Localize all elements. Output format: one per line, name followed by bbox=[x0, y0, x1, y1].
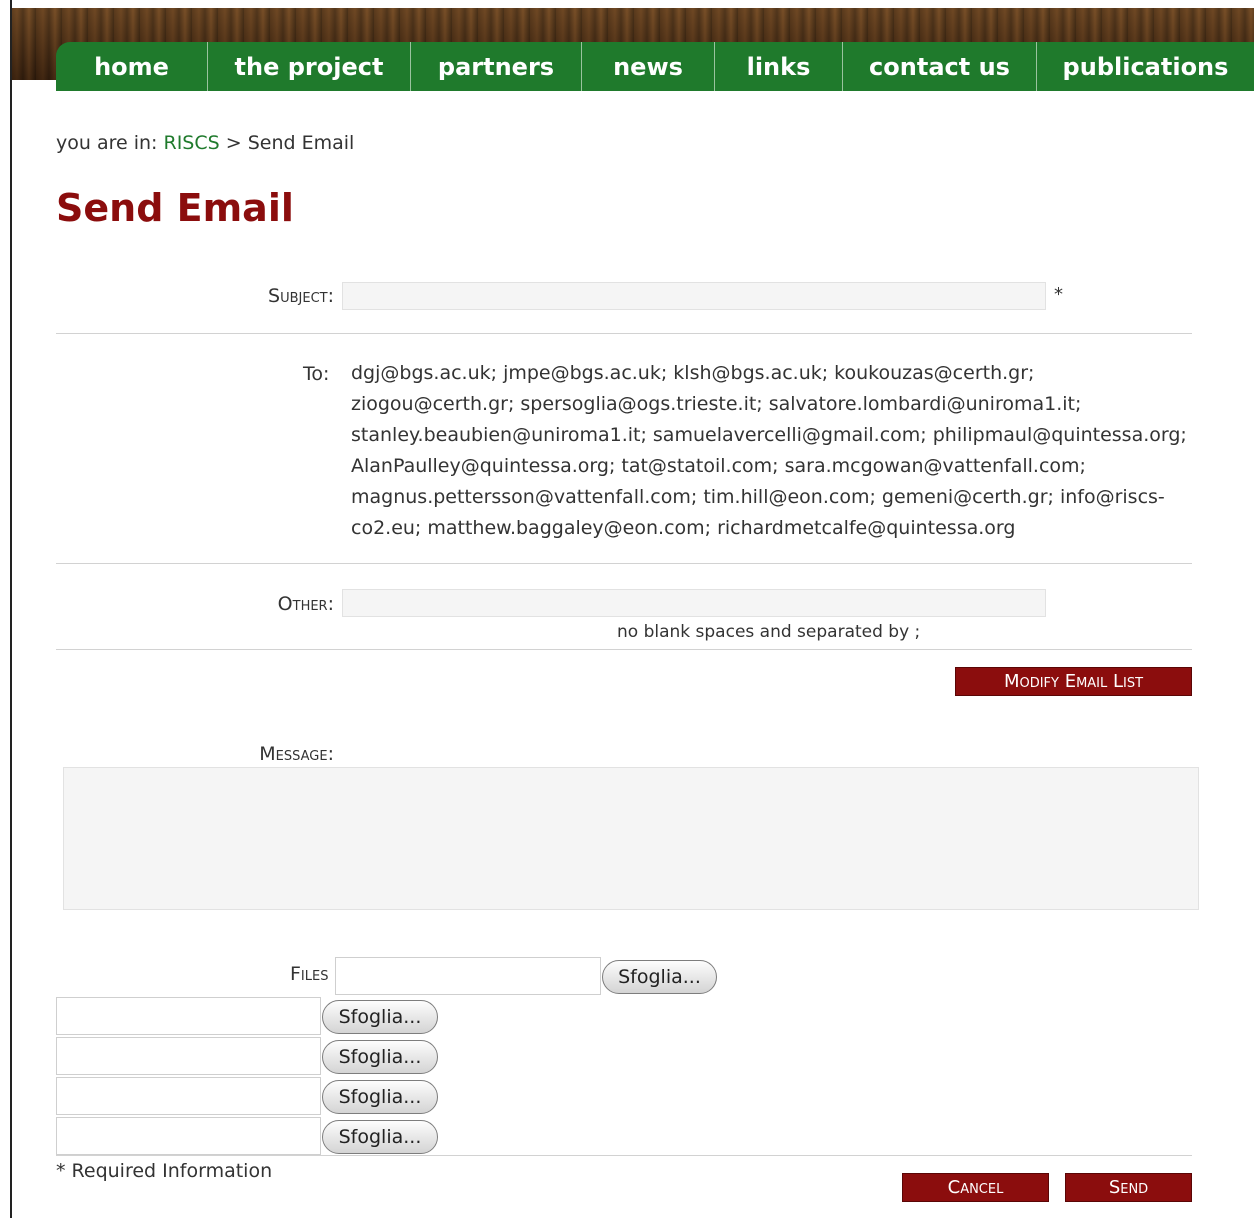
other-hint: no blank spaces and separated by ; bbox=[617, 622, 921, 642]
nav-item-news[interactable]: news bbox=[582, 42, 715, 91]
browse-button[interactable]: Sfoglia... bbox=[322, 1080, 438, 1114]
divider bbox=[56, 333, 1192, 334]
subject-input[interactable] bbox=[342, 282, 1046, 310]
nav-item-partners[interactable]: partners bbox=[411, 42, 582, 91]
nav-item-publications[interactable]: publications bbox=[1037, 42, 1254, 91]
message-textarea[interactable] bbox=[63, 767, 1199, 910]
other-label: Other: bbox=[277, 593, 334, 615]
browse-button[interactable]: Sfoglia... bbox=[322, 1120, 438, 1154]
breadcrumb-separator: > bbox=[225, 132, 242, 154]
breadcrumb-prefix: you are in: bbox=[56, 132, 158, 154]
nav-item-the-project[interactable]: the project bbox=[208, 42, 411, 91]
page-left-edge bbox=[0, 0, 12, 1218]
file-input[interactable] bbox=[56, 1117, 321, 1155]
divider bbox=[56, 563, 1192, 564]
required-marker: * bbox=[1054, 284, 1063, 305]
required-information-note: * Required Information bbox=[56, 1160, 273, 1182]
cancel-button[interactable]: Cancel bbox=[902, 1173, 1049, 1202]
other-input[interactable] bbox=[342, 589, 1046, 617]
file-input[interactable] bbox=[56, 1037, 321, 1075]
modify-email-list-button[interactable]: Modify Email List bbox=[955, 667, 1192, 696]
file-input[interactable] bbox=[56, 1077, 321, 1115]
subject-label: Subject: bbox=[268, 285, 334, 307]
main-nav: home the project partners news links con… bbox=[56, 42, 1254, 91]
nav-item-links[interactable]: links bbox=[715, 42, 843, 91]
files-label: Files bbox=[290, 963, 329, 985]
breadcrumb: you are in: RISCS > Send Email bbox=[56, 132, 354, 154]
file-input[interactable] bbox=[335, 957, 601, 995]
divider bbox=[56, 649, 1192, 650]
browse-button[interactable]: Sfoglia... bbox=[602, 960, 717, 994]
divider bbox=[56, 1155, 1192, 1156]
page-title: Send Email bbox=[56, 186, 294, 230]
nav-item-contact-us[interactable]: contact us bbox=[843, 42, 1037, 91]
nav-item-home[interactable]: home bbox=[56, 42, 208, 91]
send-button[interactable]: Send bbox=[1065, 1173, 1192, 1202]
browse-button[interactable]: Sfoglia... bbox=[322, 1000, 438, 1034]
to-label: To: bbox=[303, 363, 330, 385]
message-label: Message: bbox=[259, 743, 334, 765]
breadcrumb-current: Send Email bbox=[247, 132, 355, 154]
breadcrumb-link-riscs[interactable]: RISCS bbox=[164, 132, 220, 154]
page-top-edge bbox=[10, 0, 1254, 8]
to-recipients-list: dgj@bgs.ac.uk; jmpe@bgs.ac.uk; klsh@bgs.… bbox=[351, 362, 1187, 539]
file-input[interactable] bbox=[56, 997, 321, 1035]
browse-button[interactable]: Sfoglia... bbox=[322, 1040, 438, 1074]
